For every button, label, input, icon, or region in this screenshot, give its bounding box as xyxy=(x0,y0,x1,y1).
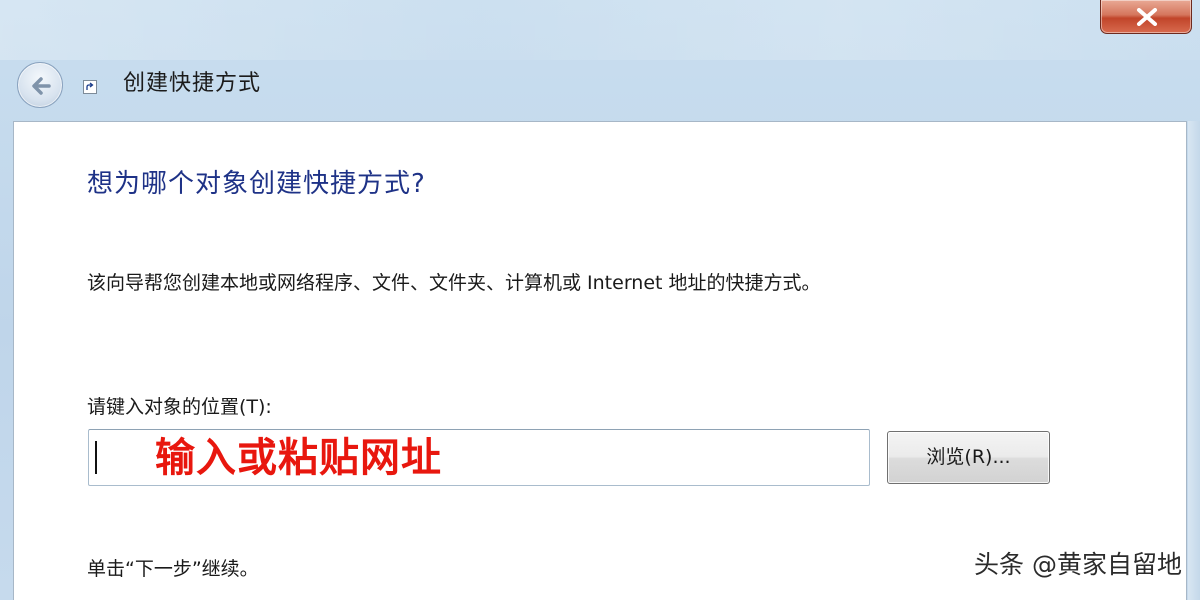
browse-button[interactable]: 浏览(R)... xyxy=(887,431,1050,484)
location-hint-annotation: 输入或粘贴网址 xyxy=(155,435,442,481)
close-icon xyxy=(1137,8,1157,26)
text-caret xyxy=(95,441,97,474)
shortcut-arrow-icon xyxy=(83,80,97,94)
wizard-description: 该向导帮您创建本地或网络程序、文件、文件夹、计算机或 Internet 地址的快… xyxy=(87,272,821,294)
close-button[interactable] xyxy=(1100,0,1192,34)
back-button[interactable] xyxy=(17,62,63,108)
watermark: 头条 @黄家自留地 xyxy=(974,550,1182,579)
window-edge xyxy=(1188,121,1200,600)
location-label: 请键入对象的位置(T): xyxy=(87,396,272,418)
location-input[interactable]: 输入或粘贴网址 xyxy=(88,429,870,486)
wizard-heading: 想为哪个对象创建快捷方式? xyxy=(87,169,426,199)
window-title: 创建快捷方式 xyxy=(123,71,262,96)
wizard-content: 想为哪个对象创建快捷方式? 该向导帮您创建本地或网络程序、文件、文件夹、计算机或… xyxy=(13,121,1187,600)
frame-gloss xyxy=(0,0,1200,60)
back-arrow-icon xyxy=(32,77,51,95)
window-frame: 创建快捷方式 想为哪个对象创建快捷方式? 该向导帮您创建本地或网络程序、文件、文… xyxy=(0,0,1200,600)
footer-instruction: 单击“下一步”继续。 xyxy=(87,558,259,580)
